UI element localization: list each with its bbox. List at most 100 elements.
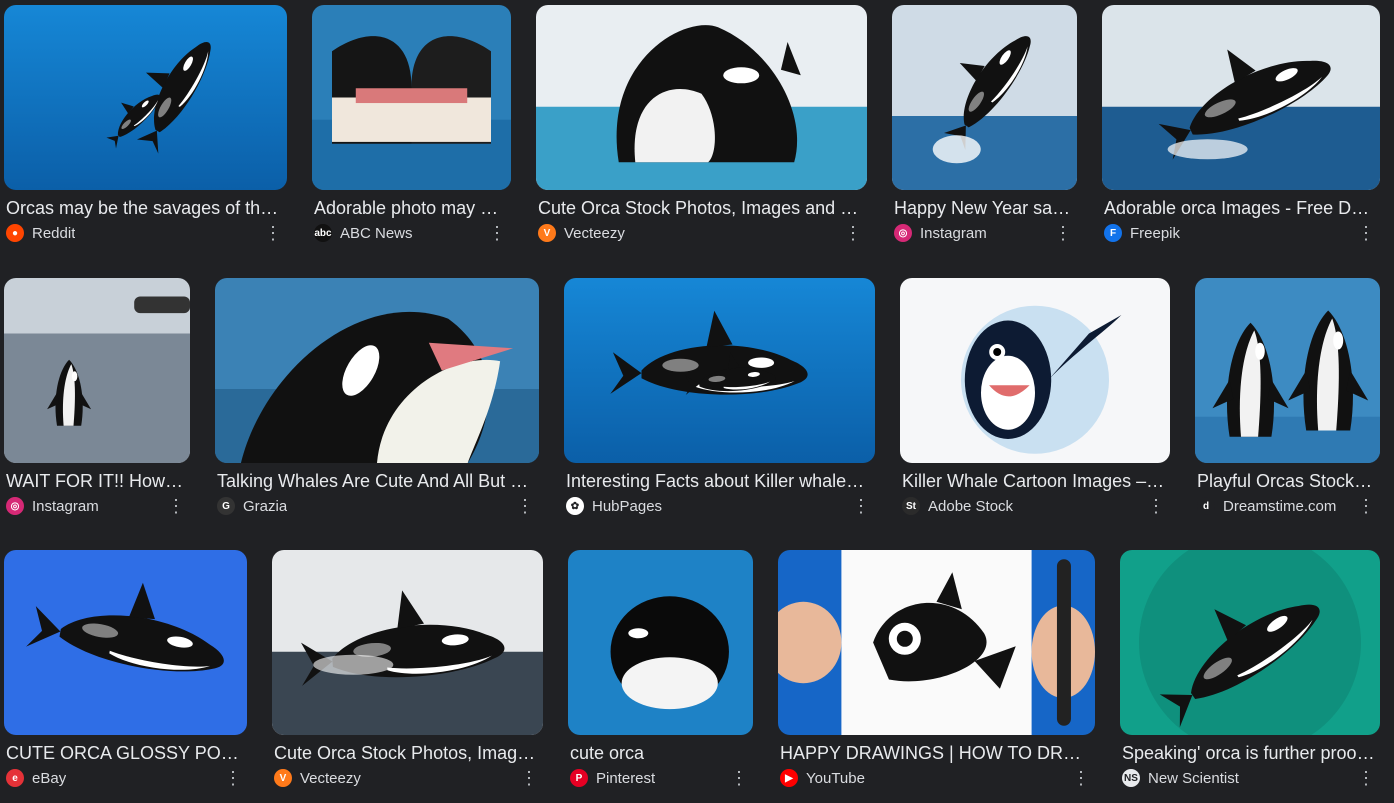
result-source[interactable]: ● Reddit ⋮	[6, 223, 287, 243]
more-vert-icon[interactable]: ⋮	[1147, 496, 1165, 516]
source-name: HubPages	[592, 497, 663, 515]
freepik-icon: F	[1104, 224, 1122, 242]
image-thumbnail[interactable]	[215, 278, 539, 463]
result-source[interactable]: G Grazia ⋮	[217, 496, 539, 516]
image-thumbnail[interactable]	[272, 550, 543, 735]
dreamstime-icon: d	[1197, 497, 1215, 515]
source-name: Grazia	[243, 497, 288, 515]
result-source[interactable]: F Freepik ⋮	[1104, 223, 1380, 243]
instagram-icon: ◎	[894, 224, 912, 242]
image-thumbnail[interactable]	[4, 5, 287, 190]
source-name: Pinterest	[596, 769, 656, 787]
grazia-icon: G	[217, 497, 235, 515]
ebay-icon: e	[6, 769, 24, 787]
more-vert-icon[interactable]: ⋮	[520, 768, 538, 788]
image-thumbnail[interactable]	[4, 550, 247, 735]
image-result-card[interactable]: HAPPY DRAWINGS | HOW TO DRA… ▶ YouTube ⋮	[778, 550, 1095, 803]
result-source[interactable]: ▶ YouTube ⋮	[780, 768, 1095, 788]
image-thumbnail[interactable]	[1102, 5, 1380, 190]
source-name: Reddit	[32, 224, 76, 242]
more-vert-icon[interactable]: ⋮	[1357, 223, 1375, 243]
result-title[interactable]: Interesting Facts about Killer whales …	[566, 470, 871, 492]
more-vert-icon[interactable]: ⋮	[1072, 768, 1090, 788]
instagram-icon: ◎	[6, 497, 24, 515]
image-result-card[interactable]: WAIT FOR IT!! How … ◎ Instagram ⋮	[4, 278, 190, 531]
more-vert-icon[interactable]: ⋮	[516, 496, 534, 516]
more-vert-icon[interactable]: ⋮	[852, 496, 870, 516]
source-name: Freepik	[1130, 224, 1181, 242]
result-source[interactable]: ✿ HubPages ⋮	[566, 496, 875, 516]
source-name: Vecteezy	[300, 769, 361, 787]
reddit-icon: ●	[6, 224, 24, 242]
image-result-card[interactable]: Happy New Year say… ◎ Instagram ⋮	[892, 5, 1077, 258]
image-thumbnail[interactable]	[892, 5, 1077, 190]
result-source[interactable]: abc ABC News ⋮	[314, 223, 511, 243]
result-title[interactable]: Cute Orca Stock Photos, Images and B…	[538, 197, 863, 219]
result-title[interactable]: Adorable photo may s…	[314, 197, 507, 219]
result-title[interactable]: Playful Orcas Stock I…	[1197, 470, 1376, 492]
image-thumbnail[interactable]	[4, 278, 190, 463]
more-vert-icon[interactable]: ⋮	[1357, 768, 1375, 788]
result-source[interactable]: d Dreamstime.com ⋮	[1197, 496, 1380, 516]
image-result-card[interactable]: Talking Whales Are Cute And All But … G Gr…	[215, 278, 539, 531]
more-vert-icon[interactable]: ⋮	[1357, 496, 1375, 516]
result-title[interactable]: Talking Whales Are Cute And All But …	[217, 470, 535, 492]
result-title[interactable]: Adorable orca Images - Free Do…	[1104, 197, 1376, 219]
image-result-card[interactable]: Adorable photo may s… abc ABC News ⋮	[312, 5, 511, 258]
image-thumbnail[interactable]	[312, 5, 511, 190]
result-title[interactable]: Happy New Year say…	[894, 197, 1073, 219]
more-vert-icon[interactable]: ⋮	[1054, 223, 1072, 243]
more-vert-icon[interactable]: ⋮	[167, 496, 185, 516]
source-name: Vecteezy	[564, 224, 625, 242]
new-scientist-icon: NS	[1122, 769, 1140, 787]
image-thumbnail[interactable]	[536, 5, 867, 190]
image-thumbnail[interactable]	[1195, 278, 1380, 463]
result-source[interactable]: e eBay ⋮	[6, 768, 247, 788]
result-source[interactable]: St Adobe Stock ⋮	[902, 496, 1170, 516]
image-result-card[interactable]: cute orca P Pinterest ⋮	[568, 550, 753, 803]
image-result-card[interactable]: Cute Orca Stock Photos, Images and B… V Ve…	[536, 5, 867, 258]
pinterest-icon: P	[570, 769, 588, 787]
image-result-card[interactable]: Adorable orca Images - Free Do… F Freepik ⋮	[1102, 5, 1380, 258]
result-source[interactable]: ◎ Instagram ⋮	[894, 223, 1077, 243]
vecteezy-icon: V	[538, 224, 556, 242]
result-title[interactable]: cute orca	[570, 742, 749, 764]
image-result-card[interactable]: Interesting Facts about Killer whales … ✿…	[564, 278, 875, 531]
result-title[interactable]: Orcas may be the savages of the…	[6, 197, 283, 219]
result-source[interactable]: ◎ Instagram ⋮	[6, 496, 190, 516]
abc-news-icon: abc	[314, 224, 332, 242]
image-thumbnail[interactable]	[778, 550, 1095, 735]
source-name: Instagram	[32, 497, 99, 515]
result-title[interactable]: WAIT FOR IT!! How …	[6, 470, 186, 492]
image-thumbnail[interactable]	[900, 278, 1170, 463]
image-result-card[interactable]: Playful Orcas Stock I… d Dreamstime.com ⋮	[1195, 278, 1380, 531]
more-vert-icon[interactable]: ⋮	[488, 223, 506, 243]
result-title[interactable]: Killer Whale Cartoon Images – …	[902, 470, 1166, 492]
vecteezy-icon: V	[274, 769, 292, 787]
image-result-card[interactable]: Speaking' orca is further proof… NS New Sc…	[1120, 550, 1380, 803]
image-result-card[interactable]: CUTE ORCA GLOSSY PO… e eBay ⋮	[4, 550, 247, 803]
more-vert-icon[interactable]: ⋮	[224, 768, 242, 788]
result-title[interactable]: Speaking' orca is further proof…	[1122, 742, 1376, 764]
image-thumbnail[interactable]	[1120, 550, 1380, 735]
image-thumbnail[interactable]	[564, 278, 875, 463]
more-vert-icon[interactable]: ⋮	[264, 223, 282, 243]
image-thumbnail[interactable]	[568, 550, 753, 735]
image-result-card[interactable]: Cute Orca Stock Photos, Image… V Vecteezy ⋮	[272, 550, 543, 803]
youtube-icon: ▶	[780, 769, 798, 787]
source-name: New Scientist	[1148, 769, 1239, 787]
source-name: Dreamstime.com	[1223, 497, 1337, 515]
result-source[interactable]: P Pinterest ⋮	[570, 768, 753, 788]
adobe-stock-icon: St	[902, 497, 920, 515]
more-vert-icon[interactable]: ⋮	[844, 223, 862, 243]
result-source[interactable]: NS New Scientist ⋮	[1122, 768, 1380, 788]
result-source[interactable]: V Vecteezy ⋮	[538, 223, 867, 243]
result-title[interactable]: CUTE ORCA GLOSSY PO…	[6, 742, 243, 764]
image-result-card[interactable]: Orcas may be the savages of the… ● Reddit ⋮	[4, 5, 287, 258]
result-title[interactable]: Cute Orca Stock Photos, Image…	[274, 742, 539, 764]
image-result-card[interactable]: Killer Whale Cartoon Images – … St Adobe S…	[900, 278, 1170, 531]
source-name: ABC News	[340, 224, 413, 242]
result-source[interactable]: V Vecteezy ⋮	[274, 768, 543, 788]
more-vert-icon[interactable]: ⋮	[730, 768, 748, 788]
result-title[interactable]: HAPPY DRAWINGS | HOW TO DRA…	[780, 742, 1091, 764]
